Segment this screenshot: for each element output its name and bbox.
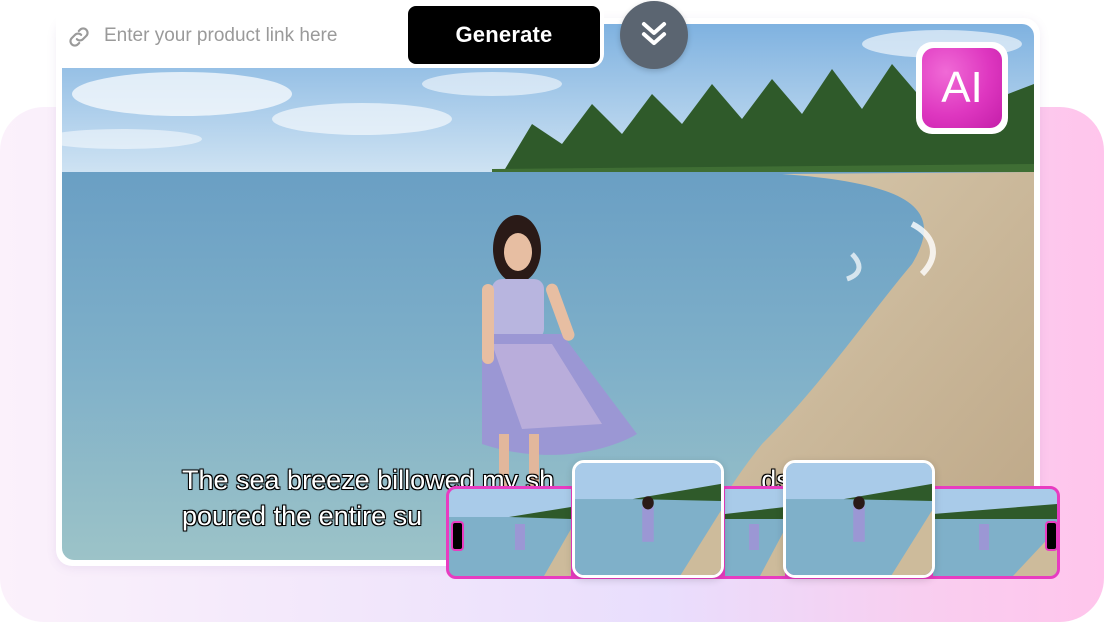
- chevrons-down-icon: [636, 15, 672, 56]
- timeline-frame-selected[interactable]: [572, 460, 724, 578]
- trim-handle-left[interactable]: [451, 521, 464, 551]
- ai-badge-label: AI: [922, 48, 1002, 128]
- timeline-frame[interactable]: [725, 489, 785, 576]
- timeline-frame[interactable]: [933, 489, 1057, 576]
- link-icon: [66, 24, 92, 50]
- ai-badge: AI: [916, 42, 1008, 134]
- generate-button[interactable]: Generate: [408, 6, 600, 64]
- timeline-frame[interactable]: [449, 489, 571, 576]
- timeline-filmstrip[interactable]: [446, 486, 1060, 579]
- expand-button[interactable]: [620, 1, 688, 69]
- trim-handle-right[interactable]: [1045, 521, 1057, 551]
- product-link-input[interactable]: Enter your product link here: [104, 24, 337, 48]
- timeline-frame-selected[interactable]: [783, 460, 935, 578]
